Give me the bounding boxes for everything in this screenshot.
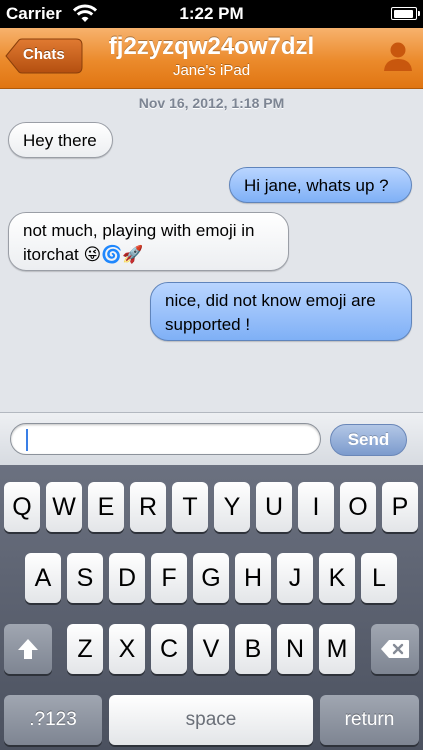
key-a[interactable]: A (25, 553, 61, 603)
numbers-mode-key[interactable]: .?123 (4, 695, 102, 745)
key-t[interactable]: T (172, 482, 208, 532)
message-text-line: nice, did not know emoji are (165, 291, 376, 310)
message-text-line: not much, playing with emoji in (23, 221, 255, 240)
message-text: Hi jane, whats up ? (244, 176, 389, 195)
chat-subtitle: Jane's iPad (172, 62, 251, 79)
backspace-icon (381, 640, 409, 658)
key-z[interactable]: Z (67, 624, 103, 674)
space-key[interactable]: space (109, 695, 313, 745)
key-m[interactable]: M (319, 624, 355, 674)
chat-title: fj2zyzqw24ow7dzl (108, 33, 315, 60)
key-x[interactable]: X (109, 624, 145, 674)
key-f[interactable]: F (151, 553, 187, 603)
key-s[interactable]: S (67, 553, 103, 603)
status-bar: Carrier 1:22 PM (0, 0, 423, 28)
message-bubble-outgoing: nice, did not know emoji are supported ! (150, 282, 412, 341)
clock: 1:22 PM (179, 4, 244, 23)
key-j[interactable]: J (277, 553, 313, 603)
key-u[interactable]: U (256, 482, 292, 532)
key-i[interactable]: I (298, 482, 334, 532)
key-d[interactable]: D (109, 553, 145, 603)
key-w[interactable]: W (46, 482, 82, 532)
key-q[interactable]: Q (4, 482, 40, 532)
message-input[interactable] (10, 423, 321, 455)
return-key[interactable]: return (320, 695, 419, 745)
key-y[interactable]: Y (214, 482, 250, 532)
send-button[interactable]: Send (330, 424, 407, 456)
message-text-line: supported ! (165, 315, 251, 334)
key-l[interactable]: L (361, 553, 397, 603)
shift-arrow-icon (18, 639, 38, 659)
key-e[interactable]: E (88, 482, 124, 532)
delete-key[interactable] (371, 624, 419, 674)
key-g[interactable]: G (193, 553, 229, 603)
key-p[interactable]: P (382, 482, 418, 532)
key-n[interactable]: N (277, 624, 313, 674)
message-composer: Send (0, 412, 423, 465)
key-h[interactable]: H (235, 553, 271, 603)
message-bubble-incoming: not much, playing with emoji in itorchat… (8, 212, 289, 271)
key-k[interactable]: K (319, 553, 355, 603)
contact-person-icon[interactable] (381, 39, 415, 73)
navigation-bar: Chats fj2zyzqw24ow7dzl Jane's iPad (0, 28, 423, 89)
shift-key[interactable] (4, 624, 52, 674)
message-text-line: itorchat 😜🌀🚀 (23, 245, 144, 264)
key-r[interactable]: R (130, 482, 166, 532)
key-c[interactable]: C (151, 624, 187, 674)
key-b[interactable]: B (235, 624, 271, 674)
key-o[interactable]: O (340, 482, 376, 532)
key-v[interactable]: V (193, 624, 229, 674)
battery-icon (391, 7, 420, 20)
text-caret (26, 429, 28, 451)
message-bubble-incoming: Hey there (8, 122, 113, 158)
keyboard: Q W E R T Y U I O P A S D F G H J K L Z … (0, 465, 423, 750)
conversation-timestamp: Nov 16, 2012, 1:18 PM (138, 95, 285, 111)
message-text: Hey there (23, 131, 97, 150)
message-bubble-outgoing: Hi jane, whats up ? (229, 167, 412, 203)
